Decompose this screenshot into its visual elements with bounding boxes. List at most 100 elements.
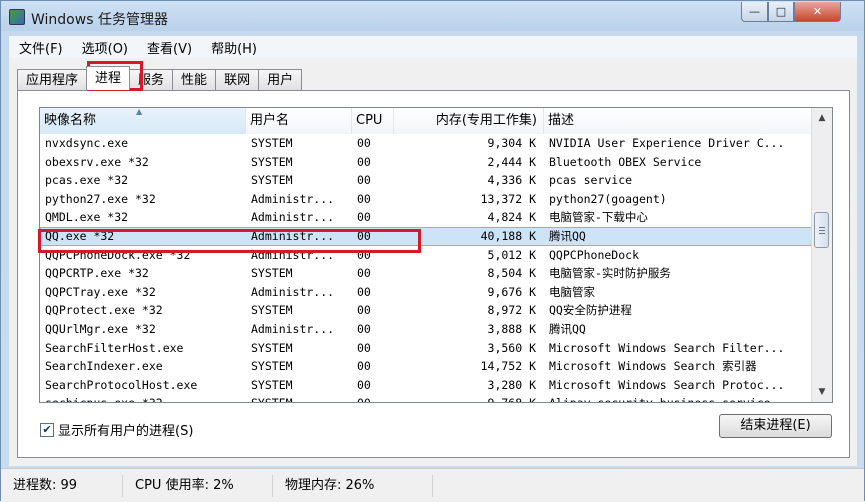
- column-image-name[interactable]: ▲ 映像名称: [40, 108, 246, 134]
- cell-image-name: QQPCPhoneDock.exe *32: [45, 247, 191, 262]
- cell-memory: 2,444 K: [487, 154, 536, 169]
- grip-line: [819, 227, 825, 228]
- cell-user-name: SYSTEM: [251, 136, 293, 150]
- cell-user-name: SYSTEM: [251, 377, 293, 392]
- table-row[interactable]: QQPCTray.exe *32 Administr... 00 9,676 K 电脑管…: [40, 283, 812, 302]
- menu-bar: 文件(F) 选项(O) 查看(V) 帮助(H): [9, 36, 857, 58]
- tab-processes[interactable]: 进程: [86, 66, 131, 90]
- cell-cpu: 00: [357, 247, 371, 262]
- cell-user-name: Administr...: [251, 321, 335, 336]
- cell-cpu: 00: [357, 359, 371, 374]
- cell-user-name: Administr...: [251, 284, 335, 299]
- close-button[interactable]: ✕: [794, 2, 841, 22]
- menu-file[interactable]: 文件(F): [9, 38, 72, 57]
- column-description[interactable]: 描述: [544, 108, 812, 134]
- title-bar[interactable]: Windows 任务管理器 — □ ✕: [1, 1, 864, 33]
- table-row[interactable]: obexsrv.exe *32 SYSTEM 00 2,444 K Bluetooth …: [40, 153, 812, 172]
- table-row[interactable]: QQ.exe *32 Administr... 00 40,188 K 腾讯QQ: [40, 226, 812, 246]
- cell-image-name: nvxdsync.exe: [45, 136, 129, 150]
- cell-user-name: SYSTEM: [246, 394, 352, 402]
- column-header-row: ▲ 映像名称 用户名 CPU 内存(专用工作集) 描述: [40, 108, 812, 134]
- table-row[interactable]: SearchFilterHost.exe SYSTEM 00 3,560 K Micro…: [40, 339, 812, 358]
- tab-performance[interactable]: 性能: [172, 69, 217, 90]
- cell-description: Alipay security business service: [544, 394, 812, 402]
- checkbox-check-icon[interactable]: ✔: [40, 422, 54, 437]
- cell-description: 电脑管家-实时防护服务: [549, 266, 671, 281]
- tab-applications[interactable]: 应用程序: [17, 69, 88, 90]
- table-row[interactable]: QQProtect.exe *32 SYSTEM 00 8,972 K QQ安全防护进程: [40, 301, 812, 320]
- cell-description: Bluetooth OBEX Service: [549, 154, 702, 169]
- cell-cpu: 00: [357, 340, 371, 355]
- tab-users[interactable]: 用户: [258, 69, 303, 90]
- cell-user-name: SYSTEM: [251, 173, 293, 188]
- cell-description: 腾讯QQ: [549, 228, 586, 243]
- table-row[interactable]: QMDL.exe *32 Administr... 00 4,824 K 电脑管家-下载…: [40, 208, 812, 227]
- status-cpu-usage: CPU 使用率: 2%: [123, 474, 273, 497]
- table-row[interactable]: pcas.exe *32 SYSTEM 00 4,336 K pcas service: [40, 171, 812, 190]
- window-title: Windows 任务管理器: [31, 12, 168, 28]
- table-row[interactable]: SearchIndexer.exe SYSTEM 00 14,752 K Microso…: [40, 357, 812, 376]
- task-manager-app-icon: [9, 9, 25, 25]
- menu-help[interactable]: 帮助(H): [201, 38, 266, 57]
- cell-user-name: SYSTEM: [251, 303, 293, 318]
- cell-description: python27(goagent): [549, 191, 667, 206]
- cell-cpu: 00: [357, 377, 371, 392]
- cell-memory: 13,372 K: [480, 191, 536, 206]
- column-cpu[interactable]: CPU: [352, 108, 394, 134]
- table-row[interactable]: sechicpus.exe *32SYSTEM009,768 KAlipay s…: [40, 394, 812, 402]
- cell-user-name: SYSTEM: [251, 266, 293, 281]
- show-all-users-checkbox[interactable]: ✔ 显示所有用户的进程(S): [40, 420, 193, 439]
- cell-description: 腾讯QQ: [549, 321, 586, 336]
- cell-cpu: 00: [357, 210, 371, 225]
- cell-image-name: QMDL.exe *32: [45, 210, 129, 225]
- table-row[interactable]: nvxdsync.exe SYSTEM 00 9,304 K NVIDIA User E…: [40, 134, 812, 153]
- cell-image-name: SearchIndexer.exe: [45, 359, 163, 374]
- cell-description: QQPCPhoneDock: [549, 247, 640, 262]
- show-all-users-label: 显示所有用户的进程(S): [58, 424, 194, 439]
- maximize-button[interactable]: □: [768, 2, 794, 22]
- cell-description: 电脑管家-下载中心: [549, 210, 648, 225]
- cell-memory: 3,560 K: [487, 340, 536, 355]
- cell-memory: 4,336 K: [487, 173, 536, 188]
- cell-memory: 40,188 K: [480, 228, 536, 243]
- cell-image-name: pcas.exe *32: [45, 173, 129, 188]
- process-list[interactable]: ▲ 映像名称 用户名 CPU 内存(专用工作集) 描述 nvxdsync.exe…: [39, 107, 833, 403]
- cell-user-name: Administr...: [251, 210, 335, 225]
- vertical-scrollbar[interactable]: ▲ ▼: [811, 108, 832, 402]
- sort-ascending-icon: ▲: [136, 107, 143, 116]
- cell-cpu: 00: [357, 303, 371, 318]
- cell-cpu: 00: [357, 136, 371, 150]
- table-row[interactable]: QQUrlMgr.exe *32 Administr... 00 3,888 K 腾讯Q…: [40, 320, 812, 339]
- tab-networking[interactable]: 联网: [215, 69, 260, 90]
- menu-options[interactable]: 选项(O): [72, 38, 137, 57]
- status-physical-memory: 物理内存: 26%: [273, 474, 433, 497]
- cell-image-name: QQProtect.exe *32: [45, 303, 163, 318]
- cell-user-name: Administr...: [251, 247, 335, 262]
- tab-strip: 应用程序 进程 服务 性能 联网 用户: [17, 66, 303, 90]
- task-manager-window: Windows 任务管理器 — □ ✕ 文件(F) 选项(O) 查看(V) 帮助…: [0, 0, 865, 502]
- client-area: 应用程序 进程 服务 性能 联网 用户 ▲ 映像名称 用户名 CPU 内存(专用…: [9, 58, 857, 466]
- menu-view[interactable]: 查看(V): [137, 38, 201, 57]
- cell-image-name: sechicpus.exe *32: [40, 394, 246, 402]
- cell-cpu: 00: [357, 154, 371, 169]
- cell-image-name: SearchProtocolHost.exe: [45, 377, 198, 392]
- table-row[interactable]: QQPCPhoneDock.exe *32 Administr... 00 5,012…: [40, 246, 812, 265]
- table-row[interactable]: QQPCRTP.exe *32 SYSTEM 00 8,504 K 电脑管家-实时防护服…: [40, 264, 812, 283]
- end-process-button[interactable]: 结束进程(E): [719, 414, 832, 438]
- column-user-name[interactable]: 用户名: [246, 108, 352, 134]
- cell-description: Microsoft Windows Search Filter...: [549, 340, 785, 355]
- minimize-button[interactable]: —: [741, 2, 768, 22]
- cell-memory: 9,304 K: [487, 136, 536, 150]
- scroll-down-arrow-icon[interactable]: ▼: [814, 384, 830, 400]
- scroll-up-arrow-icon[interactable]: ▲: [814, 110, 830, 126]
- cell-memory: 14,752 K: [480, 359, 536, 374]
- cell-user-name: SYSTEM: [251, 154, 293, 169]
- table-row[interactable]: SearchProtocolHost.exe SYSTEM 00 3,280 K Mic…: [40, 376, 812, 395]
- cell-description: pcas service: [549, 173, 633, 188]
- scrollbar-thumb[interactable]: [814, 212, 829, 248]
- column-memory[interactable]: 内存(专用工作集): [394, 108, 544, 134]
- table-row[interactable]: python27.exe *32 Administr... 00 13,372 K py…: [40, 190, 812, 209]
- tab-services[interactable]: 服务: [129, 69, 174, 90]
- cell-memory: 9,676 K: [487, 284, 536, 299]
- cell-memory: 5,012 K: [487, 247, 536, 262]
